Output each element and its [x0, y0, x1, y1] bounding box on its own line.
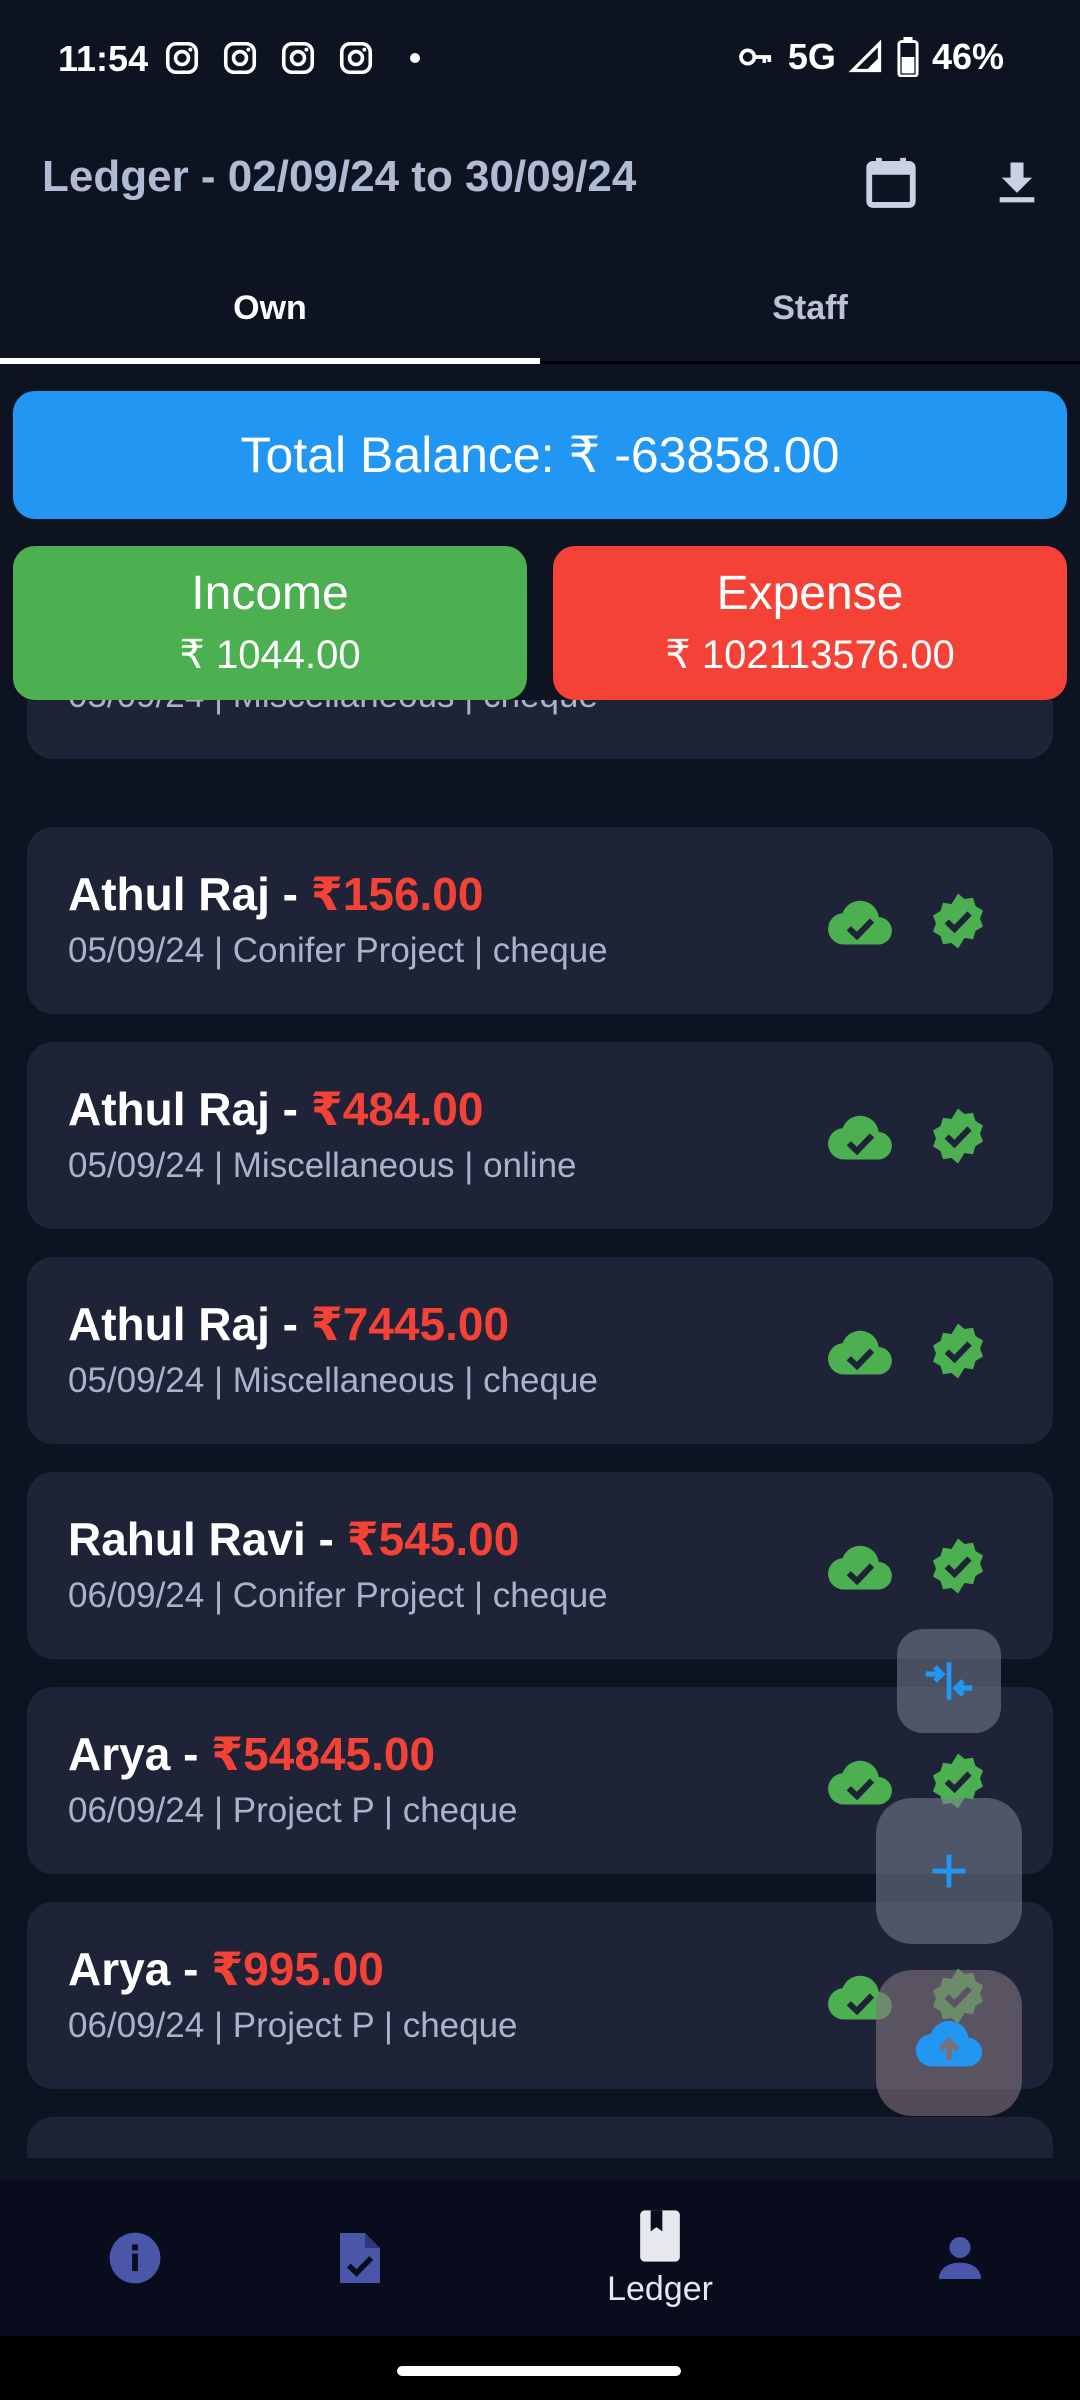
calendar-button[interactable]: [855, 146, 927, 218]
entry-amount: ₹484.00: [310, 1083, 484, 1135]
entry-title: Rahul Ravi - ₹545.00: [68, 1512, 519, 1566]
info-icon: [109, 2232, 161, 2284]
entry-title: Athul Raj - ₹7445.00: [68, 1297, 509, 1351]
battery-icon: [897, 37, 919, 77]
expense-card: Expense ₹ 102113576.00: [553, 546, 1067, 700]
more-notifications-dot: [410, 53, 420, 63]
calendar-icon: [866, 157, 916, 208]
ledger-entry[interactable]: Athul Raj - ₹484.00 05/09/24 | Miscellan…: [27, 1042, 1053, 1229]
entry-title: Athul Raj - ₹156.00: [68, 867, 483, 921]
ledger-entry[interactable]: [27, 2117, 1053, 2158]
entry-details: 05/09/24 | Miscellaneous | cheque: [68, 700, 598, 716]
ledger-entry[interactable]: Athul Raj - ₹156.00 05/09/24 | Conifer P…: [27, 827, 1053, 1014]
cloud-done-icon: [828, 1115, 892, 1160]
entry-amount: ₹995.00: [211, 1943, 384, 1995]
entry-name: Arya -: [68, 1943, 212, 1995]
status-bar: 11:54 5G 46%: [0, 0, 1080, 120]
entry-amount: ₹156.00: [310, 868, 484, 920]
vpn-key-icon: [739, 48, 772, 66]
verified-icon: [933, 1538, 983, 1594]
cloud-done-icon: [828, 1330, 892, 1375]
entry-name: Rahul Ravi -: [68, 1513, 347, 1565]
entry-name: Athul Raj -: [68, 1298, 311, 1350]
signal-icon: [848, 39, 882, 73]
ledger-entry[interactable]: Rahul Ravi - ₹545.00 06/09/24 | Conifer …: [27, 1472, 1053, 1659]
entry-amount: ₹7445.00: [310, 1298, 510, 1350]
income-value: ₹ 1044.00: [179, 633, 361, 677]
screen: 11:54 5G 46% Ledger - 02/09/24 to 30/09/…: [0, 0, 1080, 2400]
ledger-entry[interactable]: Athul Raj - ₹7445.00 05/09/24 | Miscella…: [27, 1257, 1053, 1444]
total-balance-card: Total Balance: ₹ -63858.00: [13, 391, 1067, 519]
instagram-icon: [223, 41, 257, 75]
entry-details: 06/09/24 | Project P | cheque: [68, 2006, 518, 2045]
entry-name: Athul Raj -: [68, 1083, 311, 1135]
cloud-done-icon: [828, 1545, 892, 1590]
expense-label: Expense: [716, 567, 904, 620]
entry-details: 06/09/24 | Project P | cheque: [68, 1791, 518, 1830]
instagram-icon: [281, 41, 315, 75]
nav-profile[interactable]: [825, 2180, 1080, 2336]
entry-title: Arya - ₹995.00: [68, 1942, 384, 1996]
tab-own[interactable]: Own: [0, 252, 540, 364]
compress-button[interactable]: [897, 1629, 1001, 1733]
entry-title: Athul Raj - ₹484.00: [68, 1082, 483, 1136]
app-header: Ledger - 02/09/24 to 30/09/24: [0, 130, 1080, 230]
verified-icon: [933, 1108, 983, 1164]
instagram-icon: [339, 41, 373, 75]
battery-level: 46%: [931, 36, 1004, 77]
download-button[interactable]: [981, 146, 1053, 218]
notification-icons: [164, 40, 420, 76]
tab-staff[interactable]: Staff: [540, 252, 1080, 364]
entry-amount: ₹54845.00: [211, 1728, 436, 1780]
entry-details: 05/09/24 | Miscellaneous | online: [68, 1146, 577, 1185]
entry-amount: ₹545.00: [346, 1513, 520, 1565]
status-time: 11:54: [58, 38, 149, 79]
task-icon: [340, 2233, 380, 2283]
network-type: 5G: [787, 36, 836, 77]
entry-details: 06/09/24 | Conifer Project | cheque: [68, 1576, 608, 1615]
nav-tasks[interactable]: [225, 2180, 495, 2336]
bottom-navigation: Ledger: [0, 2180, 1080, 2336]
profile-icon: [939, 2237, 981, 2279]
verified-icon: [933, 1323, 983, 1379]
entry-name: Arya -: [68, 1728, 212, 1780]
tab-indicator: [0, 358, 540, 364]
nav-ledger[interactable]: Ledger: [525, 2180, 795, 2336]
nav-ledger-label: Ledger: [607, 2269, 713, 2308]
instagram-icon: [165, 41, 199, 75]
entry-details: 05/09/24 | Conifer Project | cheque: [68, 931, 608, 970]
cloud-upload-icon: [915, 2020, 983, 2067]
system-indicators: 5G 46%: [736, 36, 1004, 78]
expense-value: ₹ 102113576.00: [665, 633, 955, 677]
entry-details: 05/09/24 | Miscellaneous | cheque: [68, 1361, 598, 1400]
download-icon: [999, 162, 1035, 203]
ledger-icon: [640, 2209, 680, 2262]
verified-icon: [933, 893, 983, 949]
add-entry-button[interactable]: [876, 1798, 1022, 1944]
compress-arrows-icon: [925, 1662, 973, 1700]
ledger-entry[interactable]: 05/09/24 | Miscellaneous | cheque: [27, 700, 1053, 759]
cloud-done-icon: [828, 900, 892, 945]
entry-title: Arya - ₹54845.00: [68, 1727, 435, 1781]
upload-button[interactable]: [876, 1970, 1022, 2116]
entry-name: Athul Raj -: [68, 868, 311, 920]
page-title: Ledger - 02/09/24 to 30/09/24: [42, 152, 637, 201]
cloud-done-icon: [828, 1760, 892, 1805]
tab-bar: Own Staff: [0, 252, 1080, 364]
income-card: Income ₹ 1044.00: [13, 546, 527, 700]
income-label: Income: [191, 567, 349, 620]
plus-icon: [932, 1854, 966, 1888]
home-gesture-bar[interactable]: [397, 2366, 681, 2376]
